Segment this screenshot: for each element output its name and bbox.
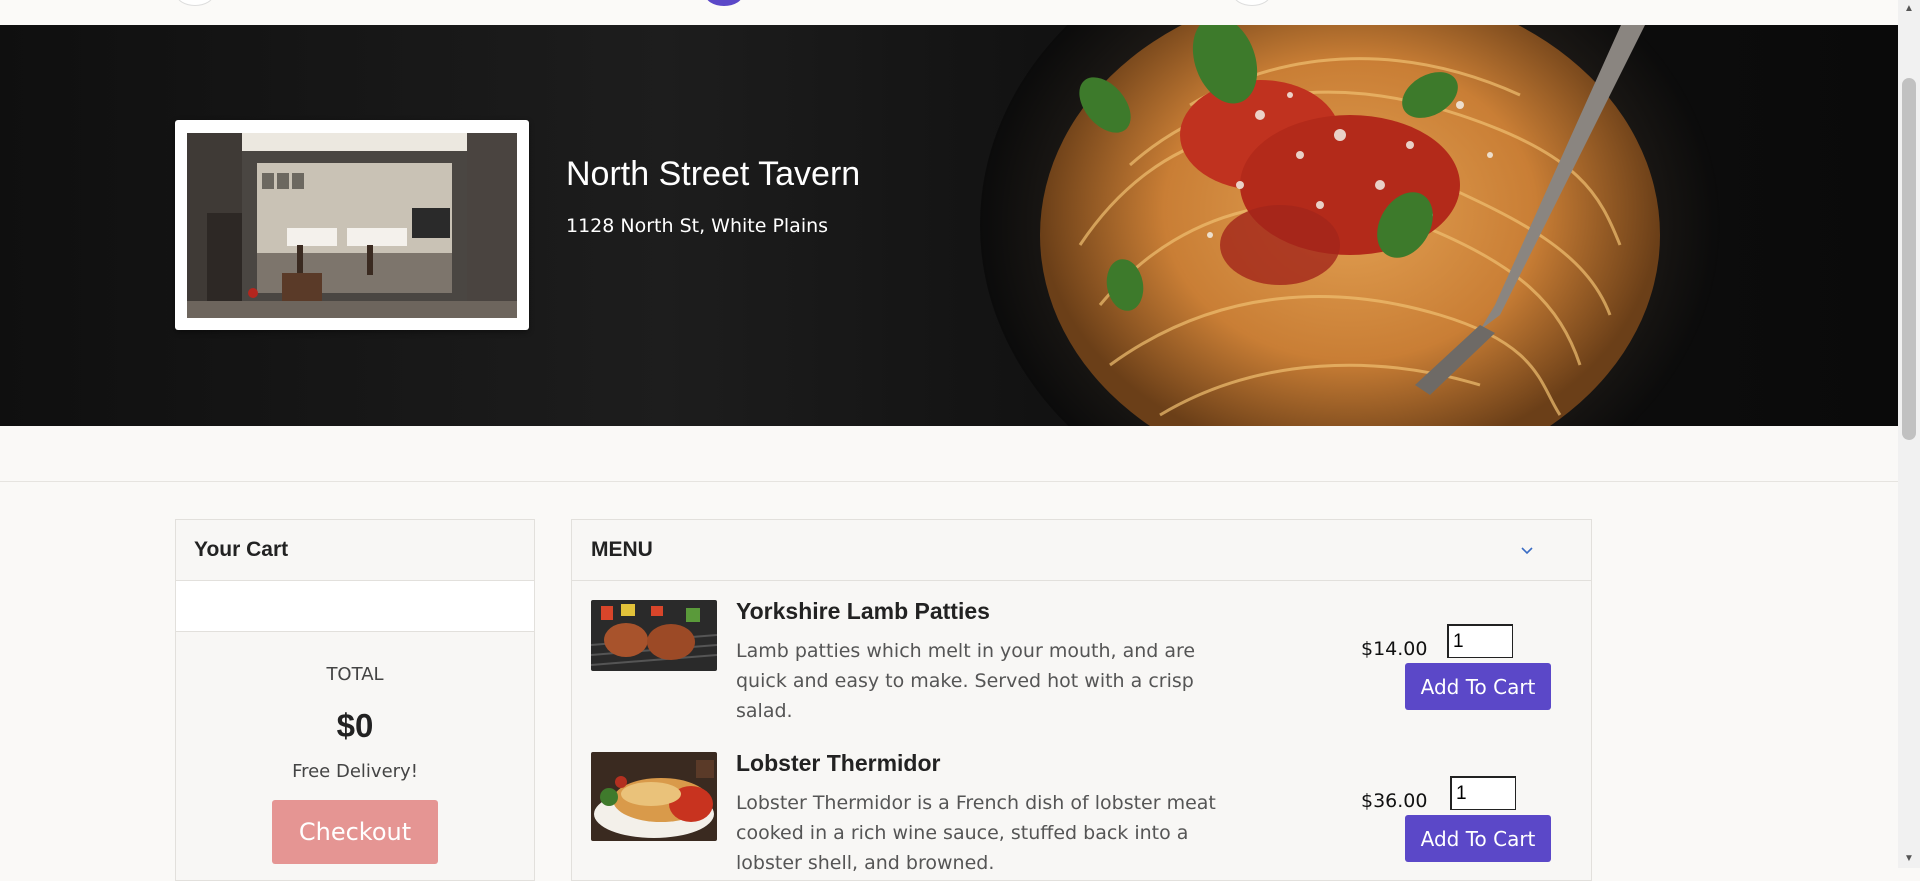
- cart-items-list: [176, 581, 534, 632]
- menu-item-price: $36.00: [1361, 790, 1428, 812]
- step-indicator-3: [1233, 0, 1271, 6]
- triangle-down-icon[interactable]: ▼: [1898, 850, 1920, 868]
- step-indicator-1: [176, 0, 214, 6]
- menu-panel: MENU Yorkshire Lamb Patties Lamb patties…: [571, 519, 1592, 881]
- step-indicator-active: [705, 0, 743, 6]
- restaurant-name: North Street Tavern: [566, 155, 861, 193]
- menu-item-name: Lobster Thermidor: [736, 750, 941, 776]
- section-divider: [0, 481, 1898, 482]
- chevron-down-icon[interactable]: [1519, 542, 1535, 558]
- menu-item-name: Yorkshire Lamb Patties: [736, 598, 990, 624]
- restaurant-address: 1128 North St, White Plains: [566, 215, 829, 237]
- cart-total-label: TOTAL: [326, 664, 384, 685]
- pasta-plate-image: [980, 25, 1720, 426]
- restaurant-hero-banner: North Street Tavern 1128 North St, White…: [0, 25, 1898, 426]
- triangle-up-icon[interactable]: ▲: [1898, 0, 1920, 18]
- checkout-steps-bar: [0, 0, 1898, 25]
- menu-item-description: Lamb patties which melt in your mouth, a…: [736, 640, 1196, 722]
- menu-item-price: $14.00: [1361, 638, 1428, 660]
- add-to-cart-button[interactable]: Add To Cart: [1405, 663, 1551, 710]
- quantity-input[interactable]: [1447, 624, 1513, 658]
- menu-item-image: [591, 752, 717, 841]
- cart-title: Your Cart: [176, 520, 534, 581]
- scrollbar-thumb[interactable]: [1902, 78, 1916, 440]
- page-scrollbar[interactable]: ▲ ▼: [1898, 0, 1920, 868]
- restaurant-interior-image: [187, 133, 517, 318]
- cart-panel: Your Cart TOTAL $0 Free Delivery! Checko…: [175, 519, 535, 881]
- restaurant-photo: [175, 120, 529, 330]
- quantity-input[interactable]: [1450, 776, 1516, 810]
- checkout-button[interactable]: Checkout: [272, 800, 438, 864]
- cart-total-value: $0: [336, 707, 374, 744]
- menu-item-image: [591, 600, 717, 671]
- add-to-cart-button[interactable]: Add To Cart: [1405, 815, 1551, 862]
- menu-item-description: Lobster Thermidor is a French dish of lo…: [736, 792, 1216, 874]
- menu-header[interactable]: MENU: [572, 520, 1591, 581]
- free-delivery-note: Free Delivery!: [292, 761, 418, 782]
- menu-title: MENU: [591, 538, 653, 561]
